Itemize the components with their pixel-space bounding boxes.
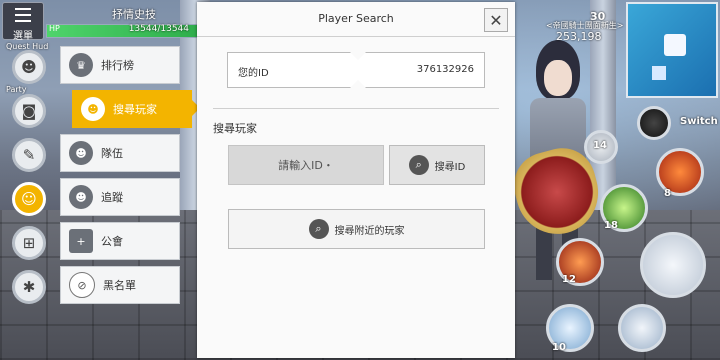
social-icon[interactable]: ☺ [12,182,46,216]
cart-glyph: ⊞ [22,234,36,252]
crown-icon: ♛ [69,53,93,77]
panel-title: Player Search [318,12,394,25]
hp-label: HP [49,24,60,33]
your-id-value: 376132926 [416,64,474,75]
submenu-blacklist[interactable]: ⊘ 黑名單 [60,266,180,304]
search-icon: ⌕ [408,155,429,175]
close-icon: ✕ [489,10,503,30]
player-name: 抒情史技 [112,8,156,21]
submenu-guild[interactable]: + 公會 [60,222,180,260]
submenu-follow[interactable]: ☻ 追蹤 [60,178,180,216]
main-menu-button[interactable]: 選單 [2,2,44,42]
bag-icon[interactable]: ◙ [12,94,46,128]
profile-icon[interactable]: ☻ [12,50,46,84]
submenu-label: 搜尋玩家 [113,103,157,116]
switch-label: Switch [680,116,718,127]
skill-1-count: 14 [593,140,607,151]
skill-5-count: 10 [552,342,566,353]
main-menu-label: 選單 [13,31,33,42]
minimap[interactable] [626,2,718,98]
submenu-label: 追蹤 [101,191,123,204]
switch-icon[interactable] [637,106,671,140]
right-value: 253,198 [556,30,602,43]
search-id-label: 搜尋ID [434,161,466,173]
section-divider [213,108,499,109]
player-icon: ☻ [81,97,105,121]
quest-glyph: ✎ [22,146,36,164]
your-id-box: 您的ID 376132926 [227,52,485,88]
hp-bar: HP 13544/13544 [46,24,198,38]
gear-glyph: ✱ [22,278,36,296]
follow-icon: ☻ [69,185,93,209]
submenu-label: 隊伍 [101,147,123,160]
submenu-leaderboard[interactable]: ♛ 排行榜 [60,46,180,84]
shop-cart-icon[interactable]: ⊞ [12,226,46,260]
guild-icon: + [69,229,93,253]
profile-glyph: ☻ [21,58,37,76]
skill-4-count: 12 [562,274,576,285]
submenu-label: 排行榜 [101,59,134,72]
submenu-label: 黑名單 [103,279,136,292]
skill-2-count: 8 [664,188,671,199]
minimap-marker [664,34,686,56]
close-button[interactable]: ✕ [484,8,508,32]
settings-gear-icon[interactable]: ✱ [12,270,46,304]
party-label: Party [6,85,27,94]
attack-sword-icon[interactable] [640,232,706,298]
block-icon: ⊘ [69,272,95,298]
quest-icon[interactable]: ✎ [12,138,46,172]
dash-icon[interactable] [618,304,666,352]
your-id-label: 您的ID [238,68,269,79]
skill-3-count: 18 [604,220,618,231]
search-icon: ⌕ [308,219,329,239]
header-divider [197,36,515,37]
player-id-input[interactable]: 請輸入ID・ [228,145,384,185]
submenu-search-player[interactable]: ☻ 搜尋玩家 [72,90,192,128]
notch-top [350,52,366,60]
submenu-label: 公會 [101,235,123,248]
search-id-button[interactable]: ⌕ 搜尋ID [389,145,485,185]
bag-glyph: ◙ [21,102,37,120]
social-glyph: ☺ [21,190,37,208]
player-search-panel: Player Search ✕ 您的ID 376132926 搜尋玩家 請輸入I… [197,2,515,358]
minimap-marker [652,66,666,80]
search-nearby-button[interactable]: ⌕ 搜尋附近的玩家 [228,209,485,249]
hamburger-icon [15,8,31,22]
search-section-title: 搜尋玩家 [213,122,257,135]
notch-bottom [350,80,366,88]
search-nearby-label: 搜尋附近的玩家 [334,225,405,237]
submenu-party[interactable]: ☻ 隊伍 [60,134,180,172]
hp-value: 13544/13544 [128,24,189,34]
party-icon: ☻ [69,141,93,165]
